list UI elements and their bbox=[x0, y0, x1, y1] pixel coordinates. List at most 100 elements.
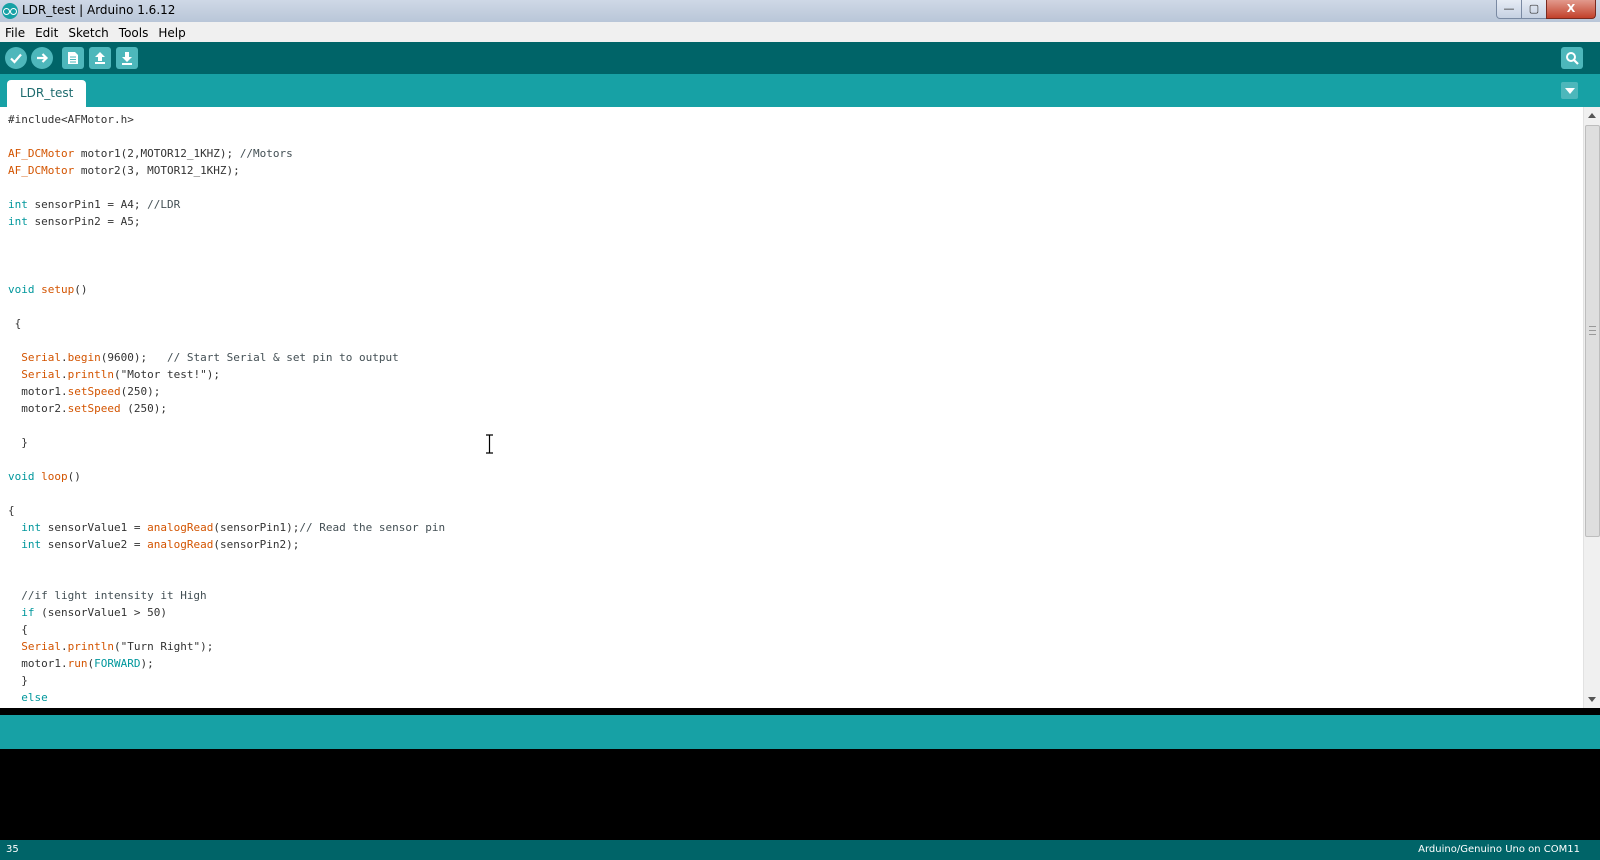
console-output[interactable] bbox=[0, 749, 1600, 840]
code-line[interactable] bbox=[8, 230, 445, 247]
code-token: // Start Serial & set pin to output bbox=[166, 351, 399, 364]
code-line[interactable]: Serial.begin(9600); // Start Serial & se… bbox=[8, 349, 445, 366]
close-button[interactable]: X bbox=[1546, 0, 1596, 19]
code-line[interactable]: motor1.run(FORWARD); bbox=[8, 655, 445, 672]
upload-icon bbox=[37, 53, 49, 63]
maximize-button[interactable]: ▢ bbox=[1521, 0, 1547, 19]
code-token: //LDR bbox=[147, 198, 181, 211]
code-token: motor1(2,MOTOR12_1KHZ); bbox=[74, 147, 240, 160]
scroll-down-icon[interactable] bbox=[1588, 697, 1596, 702]
tab-ldr-test[interactable]: LDR_test bbox=[7, 80, 87, 107]
code-line[interactable]: if (sensorValue1 > 50) bbox=[8, 604, 445, 621]
code-line[interactable]: { bbox=[8, 315, 445, 332]
code-line[interactable]: { bbox=[8, 706, 445, 708]
code-line[interactable] bbox=[8, 247, 445, 264]
code-token: (sensorValue1 > 50) bbox=[34, 606, 167, 619]
code-token: AF_DCMotor bbox=[8, 164, 75, 177]
menu-tools[interactable]: Tools bbox=[115, 23, 153, 41]
code-line[interactable] bbox=[8, 332, 445, 349]
code-line[interactable]: int sensorPin2 = A5; bbox=[8, 213, 445, 230]
code-token: // Read the sensor pin bbox=[299, 521, 446, 534]
code-line[interactable]: void setup() bbox=[8, 281, 445, 298]
code-token: . bbox=[61, 351, 68, 364]
serial-monitor-button[interactable] bbox=[1561, 47, 1583, 69]
code-token: Serial bbox=[21, 351, 61, 364]
menu-help[interactable]: Help bbox=[154, 23, 189, 41]
code-line[interactable] bbox=[8, 264, 445, 281]
code-line[interactable] bbox=[8, 553, 445, 570]
code-token: setSpeed bbox=[67, 402, 121, 415]
code-line[interactable] bbox=[8, 485, 445, 502]
code-line[interactable]: #include<AFMotor.h> bbox=[8, 111, 445, 128]
code-line[interactable] bbox=[8, 298, 445, 315]
code-token: begin bbox=[67, 351, 101, 364]
maximize-icon: ▢ bbox=[1528, 2, 1540, 15]
code-line[interactable]: AF_DCMotor motor2(3, MOTOR12_1KHZ); bbox=[8, 162, 445, 179]
code-token: (sensorPin2); bbox=[213, 538, 300, 551]
code-token: () bbox=[74, 283, 88, 296]
upload-button[interactable] bbox=[31, 47, 53, 69]
code-text[interactable]: #include<AFMotor.h> AF_DCMotor motor1(2,M… bbox=[8, 111, 445, 708]
close-icon: X bbox=[1566, 2, 1576, 15]
code-line[interactable]: int sensorValue2 = analogRead(sensorPin2… bbox=[8, 536, 445, 553]
code-line[interactable]: motor1.setSpeed(250); bbox=[8, 383, 445, 400]
code-line[interactable]: int sensorValue1 = analogRead(sensorPin1… bbox=[8, 519, 445, 536]
code-line[interactable] bbox=[8, 417, 445, 434]
code-line[interactable]: void loop() bbox=[8, 468, 445, 485]
code-token: ("Turn Right"); bbox=[113, 640, 214, 653]
title-bar: LDR_test | Arduino 1.6.12 — ▢ X bbox=[0, 0, 1600, 23]
code-line[interactable] bbox=[8, 570, 445, 587]
code-token: println bbox=[67, 368, 114, 381]
code-token: //if light intensity it High bbox=[21, 589, 207, 602]
code-token: . bbox=[61, 640, 68, 653]
code-token: void bbox=[8, 470, 35, 483]
code-token: ("Motor test!"); bbox=[113, 368, 220, 381]
open-button[interactable] bbox=[89, 47, 111, 69]
code-token: AF_DCMotor bbox=[8, 147, 75, 160]
new-icon bbox=[68, 52, 78, 64]
code-line[interactable]: int sensorPin1 = A4; //LDR bbox=[8, 196, 445, 213]
code-line[interactable]: { bbox=[8, 621, 445, 638]
code-line[interactable]: //if light intensity it High bbox=[8, 587, 445, 604]
scroll-up-icon[interactable] bbox=[1588, 113, 1596, 118]
new-button[interactable] bbox=[62, 47, 84, 69]
code-line[interactable]: } bbox=[8, 434, 445, 451]
save-button[interactable] bbox=[116, 47, 138, 69]
code-line[interactable]: { bbox=[8, 502, 445, 519]
verify-icon bbox=[10, 53, 22, 64]
code-line[interactable]: } bbox=[8, 672, 445, 689]
code-token: setup bbox=[41, 283, 75, 296]
board-port-status: Arduino/Genuino Uno on COM11 bbox=[1418, 844, 1580, 855]
arduino-logo-icon bbox=[2, 3, 18, 19]
scrollbar-thumb[interactable] bbox=[1585, 125, 1600, 537]
code-line[interactable]: Serial.println("Motor test!"); bbox=[8, 366, 445, 383]
code-token: motor2. bbox=[8, 402, 68, 415]
code-line[interactable]: AF_DCMotor motor1(2,MOTOR12_1KHZ); //Mot… bbox=[8, 145, 445, 162]
code-token: sensorPin2 = A5; bbox=[27, 215, 141, 228]
tab-bar: LDR_test bbox=[0, 74, 1600, 107]
code-token: FORWARD bbox=[94, 657, 141, 670]
code-line[interactable] bbox=[8, 128, 445, 145]
line-number: 35 bbox=[6, 844, 19, 855]
code-line[interactable]: Serial.println("Turn Right"); bbox=[8, 638, 445, 655]
code-editor[interactable]: #include<AFMotor.h> AF_DCMotor motor1(2,M… bbox=[0, 107, 1583, 708]
minimize-button[interactable]: — bbox=[1496, 0, 1522, 19]
code-token: (sensorPin1); bbox=[213, 521, 300, 534]
text-cursor-icon bbox=[486, 434, 493, 454]
toolbar bbox=[0, 42, 1600, 74]
code-token: int bbox=[8, 215, 28, 228]
code-token: else bbox=[21, 691, 48, 704]
code-token: int bbox=[21, 521, 42, 534]
tab-menu-button[interactable] bbox=[1561, 82, 1578, 99]
menu-edit[interactable]: Edit bbox=[31, 23, 62, 41]
code-line[interactable]: motor2.setSpeed (250); bbox=[8, 400, 445, 417]
code-line[interactable] bbox=[8, 179, 445, 196]
code-line[interactable] bbox=[8, 451, 445, 468]
code-line[interactable]: else bbox=[8, 689, 445, 706]
verify-button[interactable] bbox=[5, 47, 27, 69]
menu-sketch[interactable]: Sketch bbox=[64, 23, 112, 41]
menu-file[interactable]: File bbox=[1, 23, 29, 41]
editor-scrollbar[interactable] bbox=[1583, 107, 1600, 708]
